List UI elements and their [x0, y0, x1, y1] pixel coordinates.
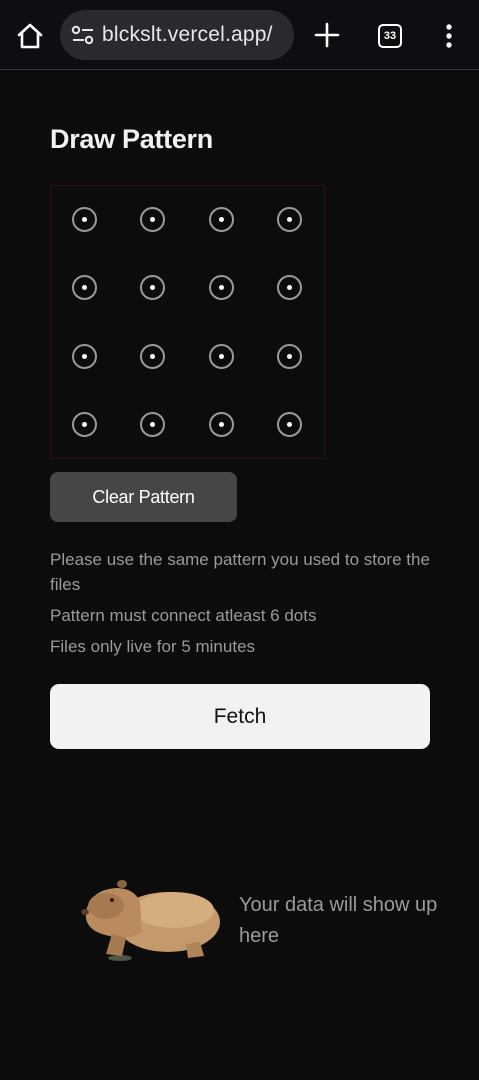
- pattern-dot-r3-c1[interactable]: [72, 343, 97, 369]
- pattern-dot-center: [218, 285, 224, 291]
- pattern-dot-center: [218, 217, 224, 222]
- pattern-pad[interactable]: [50, 185, 325, 459]
- pattern-dot-r1-c1[interactable]: [72, 207, 97, 232]
- pattern-dot-center: [218, 353, 224, 359]
- url-text[interactable]: blckslt.vercel.app/: [102, 23, 273, 47]
- info-min-dots: Pattern must connect atleast 6 dots: [50, 606, 317, 625]
- info-expiry: Files only live for 5 minutes: [50, 637, 256, 656]
- tab-count: 33: [383, 30, 397, 42]
- pattern-dot-center: [286, 353, 292, 359]
- fetch-button[interactable]: Fetch: [50, 684, 430, 749]
- pattern-dot-center: [286, 217, 292, 222]
- pattern-dot-center: [82, 285, 87, 291]
- pattern-dot-center: [82, 421, 87, 427]
- pattern-dot-center: [286, 285, 292, 291]
- pattern-dot-r1-c3[interactable]: [208, 207, 234, 232]
- pattern-dot-r3-c3[interactable]: [208, 343, 234, 369]
- pattern-dot-r1-c4[interactable]: [276, 207, 302, 232]
- pattern-dot-center: [286, 421, 292, 427]
- pattern-dot-r2-c4[interactable]: [276, 275, 302, 301]
- pattern-dot-center: [150, 285, 156, 291]
- tab-switcher-button[interactable]: 33: [378, 24, 402, 48]
- new-tab-icon[interactable]: [312, 20, 342, 50]
- pattern-dot-r4-c3[interactable]: [208, 411, 234, 437]
- pattern-dot-r1-c2[interactable]: [140, 207, 166, 232]
- clear-pattern-button[interactable]: Clear Pattern: [50, 472, 237, 522]
- pattern-dot-center: [82, 353, 87, 359]
- empty-state-message: Your data will show up here: [239, 894, 438, 947]
- pattern-dot-r3-c2[interactable]: [140, 343, 166, 369]
- capybara-illustration: [81, 880, 220, 961]
- pattern-dot-center: [150, 217, 156, 222]
- address-bar[interactable]: blckslt.vercel.app/: [60, 10, 294, 60]
- pattern-dot-r4-c4[interactable]: [276, 411, 302, 437]
- pattern-dot-center: [150, 421, 156, 427]
- pattern-dot-r2-c3[interactable]: [208, 275, 234, 301]
- pattern-dot-r4-c2[interactable]: [140, 411, 166, 437]
- site-settings-icon[interactable]: [70, 23, 96, 47]
- info-same-pattern: Please use the same pattern you used to …: [50, 550, 430, 594]
- pattern-dot-center: [218, 421, 224, 427]
- page-title: Draw Pattern: [50, 124, 213, 154]
- pattern-dot-center: [150, 353, 156, 359]
- more-menu-icon[interactable]: [438, 22, 460, 50]
- pattern-dot-r3-c4[interactable]: [276, 343, 302, 369]
- browser-toolbar: blckslt.vercel.app/ 33: [0, 0, 479, 70]
- pattern-dot-r2-c1[interactable]: [72, 275, 97, 301]
- home-icon[interactable]: [14, 20, 46, 52]
- pattern-dot-r4-c1[interactable]: [72, 411, 97, 437]
- pattern-dot-center: [82, 217, 87, 222]
- pattern-dot-r2-c2[interactable]: [140, 275, 166, 301]
